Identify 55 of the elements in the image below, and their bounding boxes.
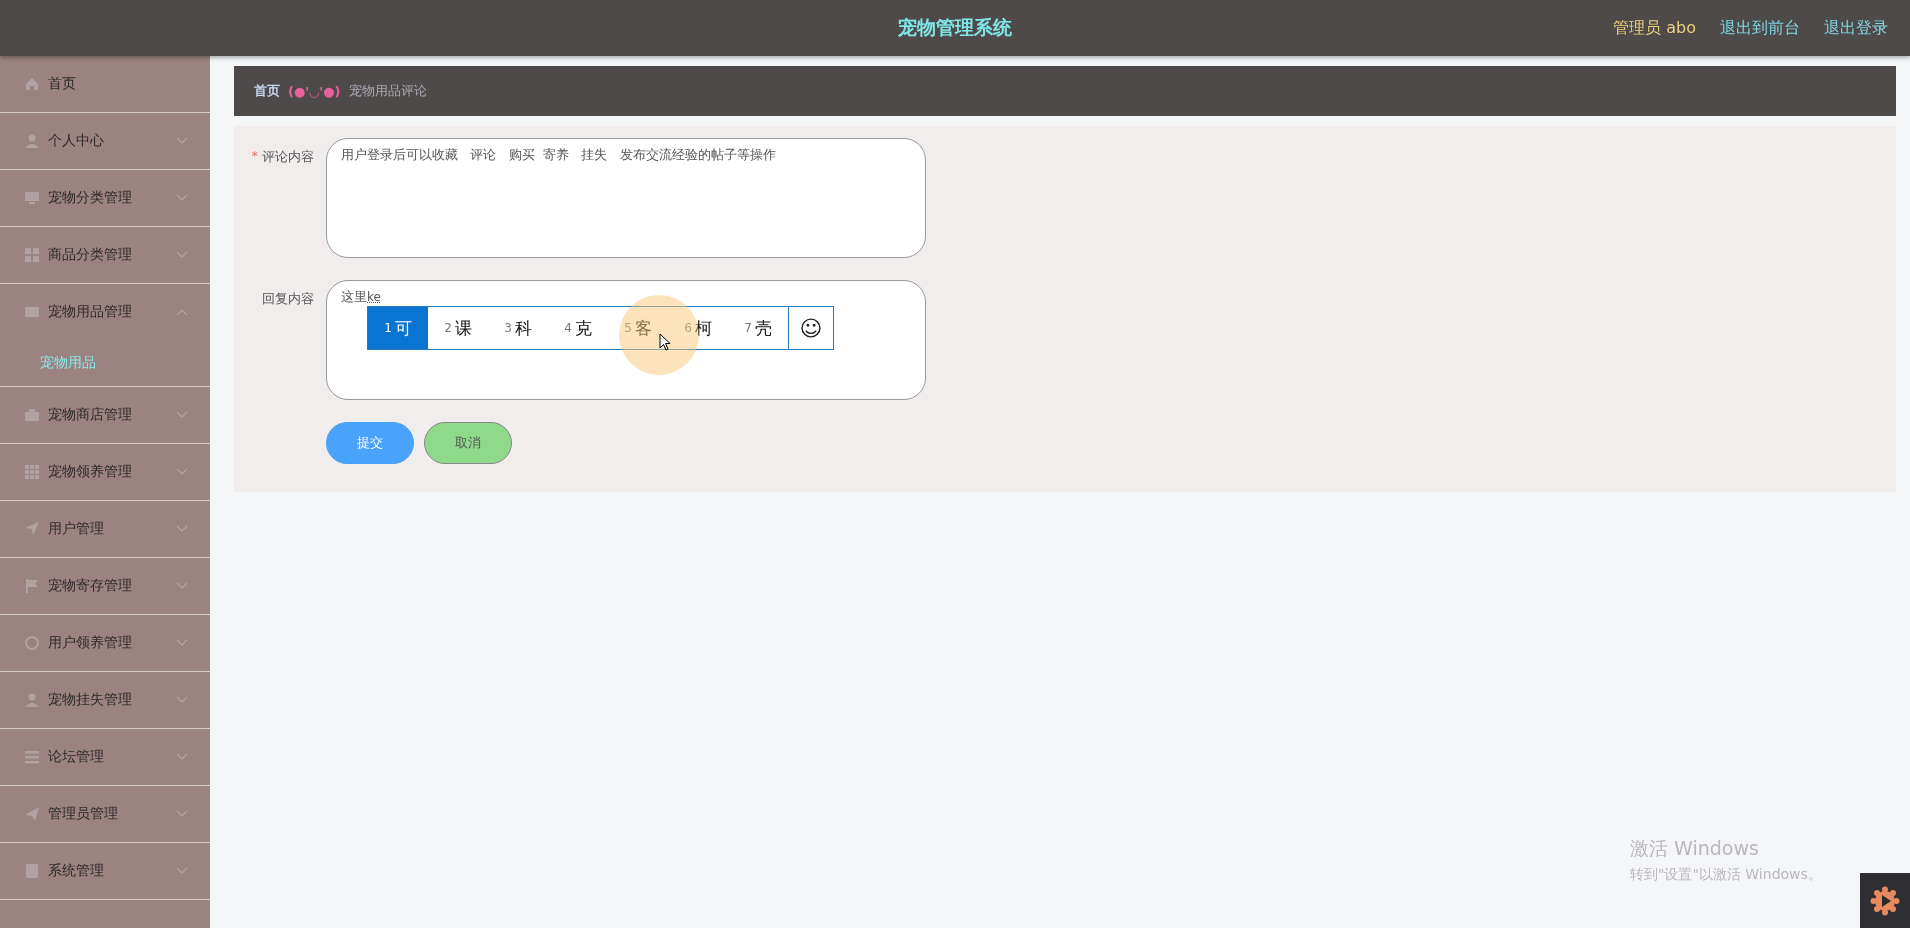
candidate-item[interactable]: 5 客 [608, 307, 668, 349]
app-title: 宠物管理系统 [898, 15, 1012, 40]
menu-item-icon [24, 578, 40, 594]
header-link[interactable]: 退出登录 [1824, 17, 1888, 39]
menu-item-icon [24, 304, 40, 320]
submenu-item[interactable]: 宠物用品 [0, 340, 210, 386]
menu-item-icon [24, 190, 40, 206]
candidate-item[interactable]: 2 课 [428, 307, 488, 349]
recorder-icon[interactable] [1860, 873, 1910, 928]
cancel-button[interactable]: 取消 [424, 422, 512, 464]
header-link[interactable]: 退出到前台 [1720, 17, 1800, 39]
activation-text: 转到"设置"以激活 Windows。 [1630, 866, 1822, 884]
candidate-item[interactable]: 7 壳 [728, 307, 788, 349]
candidate-item[interactable]: 4 克 [548, 307, 608, 349]
text-area[interactable]: 用户登录后可以收藏 评论 购买 寄养 挂失 发布交流经验的帖子等操作 [326, 138, 926, 258]
sidebar-item[interactable]: 个人中心 [0, 113, 210, 169]
menu-item-icon [24, 407, 40, 423]
sidebar-item[interactable]: 首页 [0, 56, 210, 112]
sidebar-item[interactable]: 宠物挂失管理 [0, 672, 210, 728]
breadcrumb-current: 宠物用品评论 [348, 82, 427, 100]
candidate-item[interactable]: 1 可 [368, 307, 428, 349]
sidebar-item[interactable]: 宠物寄存管理 [0, 558, 210, 614]
field-label: 回复内容 [262, 290, 314, 308]
sidebar-item[interactable]: 商品分类管理 [0, 227, 210, 283]
required-mark: * [251, 148, 258, 165]
menu-item-icon [24, 863, 40, 879]
menu-item-icon [24, 521, 40, 537]
submit-button[interactable]: 提交 [326, 422, 414, 464]
sidebar-item[interactable]: 宠物领养管理 [0, 444, 210, 500]
cursor-icon [659, 333, 671, 351]
text-area[interactable]: 这里ke 1 可 2 课 3 科 4 克 5 客 6 柯 7 壳 ☺ [326, 280, 926, 400]
menu-item-icon [24, 749, 40, 765]
sidebar-item[interactable]: 系统管理 [0, 843, 210, 899]
menu-item-icon [24, 464, 40, 480]
breadcrumb-link[interactable]: 首页 [254, 82, 280, 100]
menu-item-icon [24, 806, 40, 822]
emoji-button[interactable]: ☺ [788, 307, 833, 349]
menu-item-icon [24, 635, 40, 651]
sidebar-item[interactable]: 管理员管理 [0, 786, 210, 842]
emoticon: (●'◡'●) [288, 83, 341, 99]
sidebar-item[interactable]: 宠物商店管理 [0, 387, 210, 443]
user-name: 管理员 abo [1613, 17, 1696, 39]
menu-item-icon [24, 133, 40, 149]
candidate-item[interactable]: 3 科 [488, 307, 548, 349]
field-label: 评论内容 [262, 148, 314, 166]
sidebar-item[interactable]: 用户领养管理 [0, 615, 210, 671]
menu-item-icon [24, 692, 40, 708]
menu-item-icon [24, 76, 40, 92]
sidebar-item[interactable]: 宠物用品管理 [0, 284, 210, 340]
candidate-item[interactable]: 6 柯 [668, 307, 728, 349]
sidebar-item[interactable]: 论坛管理 [0, 729, 210, 785]
sidebar-item[interactable]: 宠物分类管理 [0, 170, 210, 226]
menu-item-icon [24, 247, 40, 263]
activation-title: 激活 Windows [1630, 836, 1760, 861]
sidebar-item[interactable]: 用户管理 [0, 501, 210, 557]
